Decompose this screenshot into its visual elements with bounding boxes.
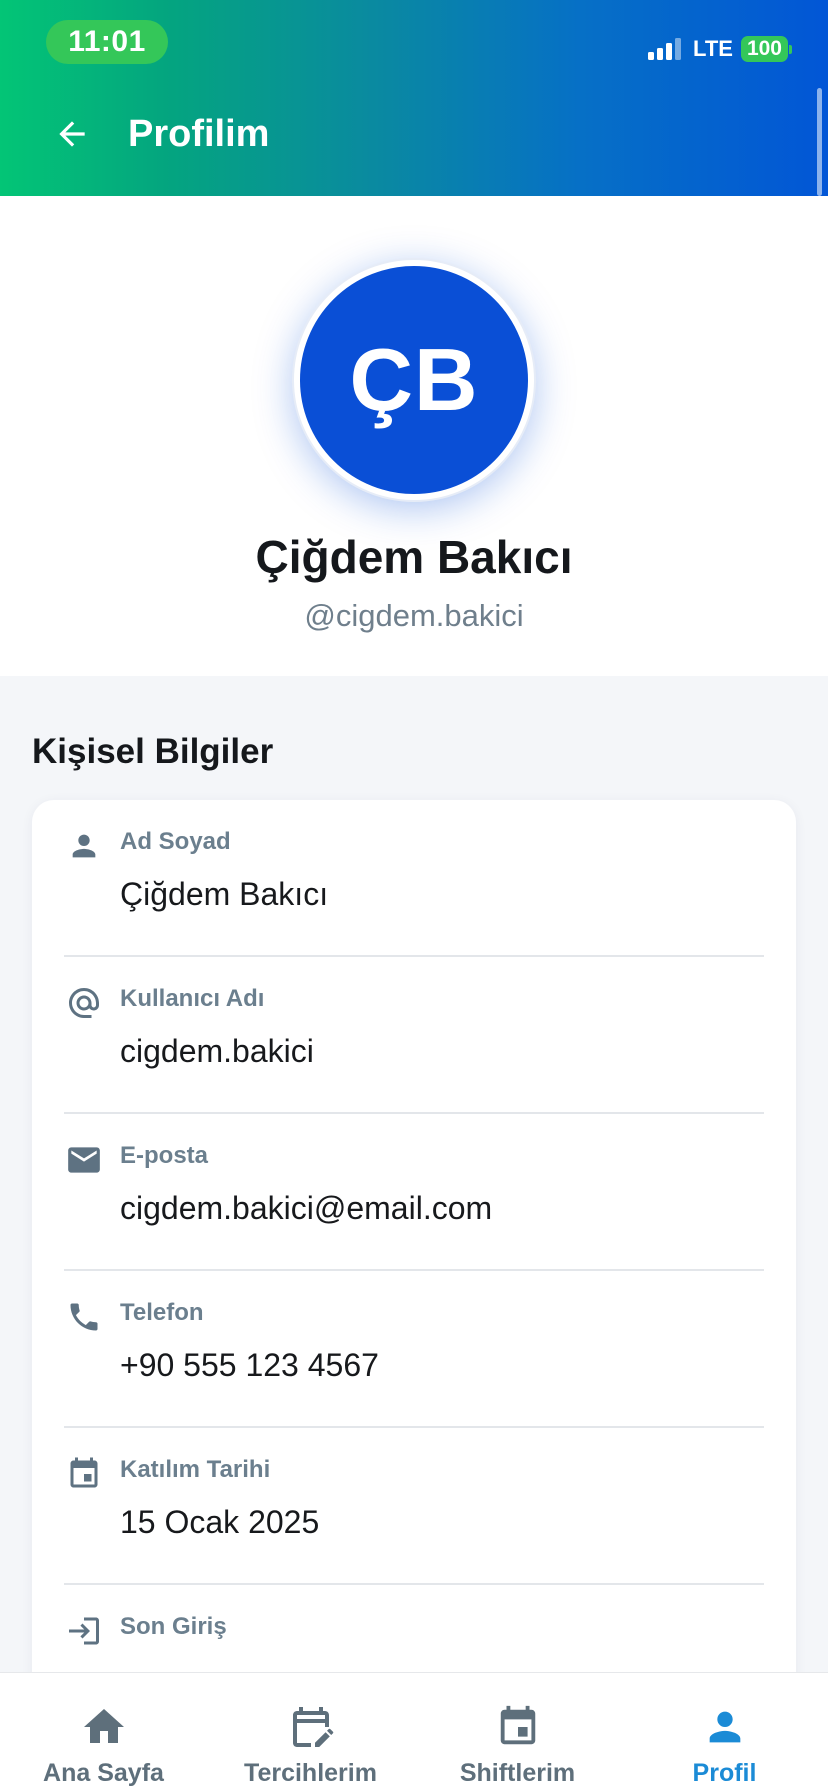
nav-item-shifts[interactable]: Shiftlerim [414,1673,621,1792]
arrow-left-icon [59,121,85,147]
signal-icon [648,38,682,60]
status-time: 11:01 [46,20,168,64]
home-icon [80,1703,128,1751]
person-icon [64,826,104,866]
nav-item-profile[interactable]: Profil [621,1673,828,1792]
back-button[interactable] [46,108,98,160]
calendar-icon [64,1454,104,1494]
info-row-join-date: Katılım Tarihi 15 Ocak 2025 [64,1428,764,1585]
login-icon [64,1611,104,1651]
nav-item-preferences[interactable]: Tercihlerim [207,1673,414,1792]
battery-level: 100 [740,36,788,62]
nav-label: Tercihlerim [244,1759,377,1787]
bottom-navigation: Ana Sayfa Tercihlerim Shiftlerim Profil [0,1672,828,1792]
info-value: Çiğdem Bakıcı [120,876,329,912]
info-label: Katılım Tarihi [120,1456,271,1483]
info-value: cigdem.bakici@email.com [120,1190,493,1226]
app-header: 11:01 LTE 100 Profilim [0,0,828,196]
calendar-edit-icon [287,1703,335,1751]
info-value: cigdem.bakici [120,1033,314,1069]
info-label: Kullanıcı Adı [120,985,265,1012]
scroll-indicator [817,88,822,196]
profile-handle: @cigdem.bakici [304,598,524,633]
personal-info-card: Ad Soyad Çiğdem Bakıcı Kullanıcı Adı cig… [32,800,796,1700]
network-type: LTE [693,36,733,61]
info-row-email: E-posta cigdem.bakici@email.com [64,1114,764,1271]
email-icon [64,1140,104,1180]
nav-label: Profil [692,1759,757,1787]
section-title-personal-info: Kişisel Bilgiler [32,732,274,771]
phone-icon [64,1297,104,1337]
info-value: +90 555 123 4567 [120,1347,379,1383]
info-row-phone: Telefon +90 555 123 4567 [64,1271,764,1428]
nav-item-home[interactable]: Ana Sayfa [0,1673,207,1792]
calendar-icon [494,1703,542,1751]
page-title: Profilim [128,113,270,155]
nav-label: Shiftlerim [459,1759,576,1787]
info-value: 15 Ocak 2025 [120,1504,320,1540]
info-label: Son Giriş [120,1613,227,1640]
info-label: Telefon [120,1299,204,1326]
at-icon [64,983,104,1023]
profile-name: Çiğdem Bakıcı [255,531,573,583]
status-indicators: LTE 100 [648,36,792,62]
nav-label: Ana Sayfa [43,1759,164,1787]
person-icon [701,1703,749,1751]
battery-icon: 100 [740,36,792,62]
info-label: Ad Soyad [120,828,231,855]
profile-summary: ÇB Çiğdem Bakıcı @cigdem.bakici [0,196,828,676]
info-row-full-name: Ad Soyad Çiğdem Bakıcı [64,800,764,957]
avatar: ÇB [294,260,534,500]
info-label: E-posta [120,1142,209,1169]
info-row-username: Kullanıcı Adı cigdem.bakici [64,957,764,1114]
